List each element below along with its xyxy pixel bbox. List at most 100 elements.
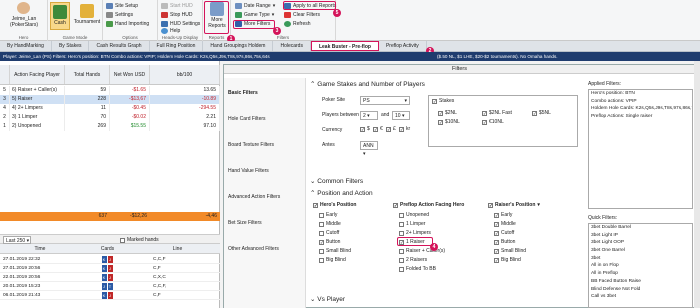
nav-hole-card-filters[interactable]: Hole Card Filters — [224, 116, 306, 122]
stats-row[interactable]: 1 2) Unopened 269 $15.55 97.10 — [0, 122, 220, 131]
stats-col-action[interactable]: Action Facing Player — [10, 65, 65, 84]
date-range-button[interactable]: Date Range ▾ — [235, 3, 275, 9]
stake-checkbox[interactable]: ✓ $2NL Fast — [482, 110, 512, 116]
checkbox-checked[interactable]: ✓ — [532, 110, 537, 116]
quick-filter-item[interactable]: 3bet Light IP — [589, 232, 692, 240]
hand-row[interactable]: 06.01.2019 21:43 KJ C,F — [0, 291, 220, 300]
tab-by-handmarking[interactable]: By HandMarking — [0, 41, 52, 51]
nav-other-advanced-filters[interactable]: Other Advanced Filters — [224, 246, 306, 252]
raiser-pos-button[interactable]: ✓ Button — [494, 239, 515, 245]
stop-hud-button[interactable]: Stop HUD — [161, 12, 193, 18]
checkbox-checked[interactable]: ✓ — [432, 98, 437, 104]
raiser-pos-middle[interactable]: ✓ Middle — [494, 221, 516, 227]
stakes-all-checkbox[interactable]: ✓ Stakes — [432, 98, 454, 104]
nav-board-texture-filters[interactable]: Board Texture Filters — [224, 142, 306, 148]
hero-pos-button[interactable]: ✓ Button — [319, 239, 340, 245]
checkbox-checked[interactable]: ✓ — [399, 126, 404, 132]
game-type-button[interactable]: Game Type ▾ — [235, 12, 274, 18]
checkbox-checked[interactable]: ✓ — [360, 126, 365, 132]
section-game-stakes[interactable]: ⌃ Game Stakes and Number of Players — [310, 80, 580, 88]
stats-col-bb100[interactable]: bb/100 — [150, 65, 220, 84]
poker-site-select[interactable]: PS ▾ — [360, 96, 410, 105]
pf-raiser-callers[interactable]: Raiser + Caller(s) — [399, 248, 445, 254]
pf-unopened[interactable]: Unopened — [399, 212, 429, 218]
stats-row[interactable]: 2 3) 1 Limper 70 -$0.02 2.21 — [0, 113, 220, 122]
pf-folded-to-bb[interactable]: Folded To BB — [399, 266, 436, 272]
tournament-button[interactable]: Tournament — [72, 2, 102, 30]
settings-button[interactable]: Settings — [106, 12, 133, 18]
hand-importing-button[interactable]: Hand Importing — [106, 21, 149, 27]
checkbox-checked[interactable]: ✓ — [488, 202, 493, 208]
section-vs-player[interactable]: ⌄ Vs Player — [310, 295, 580, 303]
stats-row[interactable]: 4 4) 2+ Limpers 11 -$0.45 -294.55 — [0, 104, 220, 113]
tab-by-stakes[interactable]: By Stakes — [52, 41, 90, 51]
preflop-action-checkbox[interactable]: ✓ Preflop Action Facing Hero — [393, 202, 464, 208]
checkbox-checked[interactable]: ✓ — [438, 119, 443, 125]
checkbox-checked[interactable]: ✓ — [438, 110, 443, 116]
hand-row[interactable]: 27.01.2019 22:32 KJ C,C,F — [0, 255, 220, 264]
hero-pos-cutoff[interactable]: Cutoff — [319, 230, 339, 236]
currency-kr-checkbox[interactable]: ✓ kr — [399, 126, 410, 132]
hud-settings-button[interactable]: HUD Settings — [161, 21, 200, 27]
checkbox-checked[interactable]: ✓ — [386, 126, 391, 132]
hands-col-time[interactable]: Time — [0, 244, 80, 253]
clear-filters-button[interactable]: Clear Filters — [284, 12, 320, 18]
nav-basic-filters[interactable]: Basic Filters — [224, 90, 306, 96]
checkbox-checked[interactable]: ✓ — [313, 202, 318, 208]
hero-avatar-icon[interactable] — [17, 2, 30, 14]
stats-col-net[interactable]: Net Won USD — [110, 65, 150, 84]
tab-cash-results-graph[interactable]: Cash Results Graph — [89, 41, 150, 51]
quick-filter-item[interactable]: 3bet Double Barrel — [589, 224, 692, 232]
refresh-button[interactable]: Refresh — [284, 21, 311, 27]
hero-pos-middle[interactable]: Middle — [319, 221, 341, 227]
hero-pos-early[interactable]: Early — [319, 212, 337, 218]
tab-full-ring-position[interactable]: Full Ring Position — [150, 41, 204, 51]
raiser-pos-early[interactable]: ✓ Early — [494, 212, 512, 218]
stake-checkbox[interactable]: ✓ $2NL — [438, 110, 457, 116]
stats-col-hands[interactable]: Total Hands — [65, 65, 110, 84]
site-setup-button[interactable]: Site Setup — [106, 3, 138, 9]
antes-select[interactable]: ANN ▾ — [360, 141, 378, 157]
raiser-pos-big-blind[interactable]: ✓ Big Blind — [494, 257, 521, 263]
hero-position-checkbox[interactable]: ✓ Hero's Position — [313, 202, 356, 208]
hand-row[interactable]: 20.01.2019 15:23 JT C,C,F, — [0, 282, 220, 291]
nav-hand-value-filters[interactable]: Hand Value Filters — [224, 168, 306, 174]
stake-checkbox[interactable]: ✓ $5NL — [532, 110, 551, 116]
start-hud-button[interactable]: Start HUD — [161, 3, 193, 9]
nav-advanced-action-filters[interactable]: Advanced Action Filters — [224, 194, 306, 200]
players-from-select[interactable]: 2 ▾ — [360, 111, 378, 120]
nav-bet-size-filters[interactable]: Bet Size Filters — [224, 220, 306, 226]
quick-filter-item[interactable]: All in on Flop — [589, 262, 692, 270]
checkbox-checked[interactable]: ✓ — [373, 126, 378, 132]
currency-usd-checkbox[interactable]: ✓ $ — [360, 126, 370, 132]
quick-filter-item[interactable]: Blind Defense Not Fold — [589, 286, 692, 294]
section-position-action[interactable]: ⌃ Position and Action — [310, 189, 580, 197]
hands-col-line[interactable]: Line — [135, 244, 220, 253]
quick-filter-item[interactable]: 3bet — [589, 255, 692, 263]
tab-holecards[interactable]: Holecards — [273, 41, 311, 51]
pf-2-raisers[interactable]: 2 Raisers — [399, 257, 427, 263]
marked-hands-checkbox[interactable]: Marked hands — [120, 237, 159, 243]
checkbox-box[interactable] — [120, 237, 125, 243]
raiser-pos-cutoff[interactable]: ✓ Cutoff — [494, 230, 514, 236]
cash-button[interactable]: Cash — [50, 2, 70, 30]
pf-1-limper[interactable]: 1 Limper — [399, 221, 425, 227]
currency-gbp-checkbox[interactable]: ✓ £ — [386, 126, 396, 132]
quick-filter-item[interactable]: 3bet Light OOP — [589, 239, 692, 247]
hero-pos-small-blind[interactable]: Small Blind — [319, 248, 351, 254]
checkbox-checked[interactable]: ✓ — [482, 119, 487, 125]
raiser-position-checkbox[interactable]: ✓ Raiser's Position ▾ — [488, 202, 540, 208]
tab-preflop-activity[interactable]: Preflop Activity — [379, 41, 427, 51]
help-button[interactable]: Help — [161, 28, 180, 34]
stake-checkbox[interactable]: ✓ $10NL — [438, 119, 460, 125]
applied-filters-list[interactable]: Hero's position: BTN Combo actions: VPIP… — [588, 89, 693, 209]
last-hands-select[interactable]: Last 250 ▾ — [3, 236, 31, 244]
main-scrollbar[interactable] — [694, 61, 700, 308]
stats-row-selected[interactable]: 3 5) Raiser 228 -$13,67 -10.89 — [0, 95, 220, 104]
quick-filter-item[interactable]: 3bet One Barrel — [589, 247, 692, 255]
currency-eur-checkbox[interactable]: ✓ € — [373, 126, 383, 132]
quick-filter-item[interactable]: BB Faced Button Raise — [589, 278, 692, 286]
players-to-select[interactable]: 10 ▾ — [392, 111, 410, 120]
stats-row[interactable]: 5 6) Raiser + Caller(s) 59 -$1.65 13.65 — [0, 86, 220, 95]
quick-filters-list[interactable]: 3bet Double Barrel 3bet Light IP 3bet Li… — [588, 223, 693, 308]
